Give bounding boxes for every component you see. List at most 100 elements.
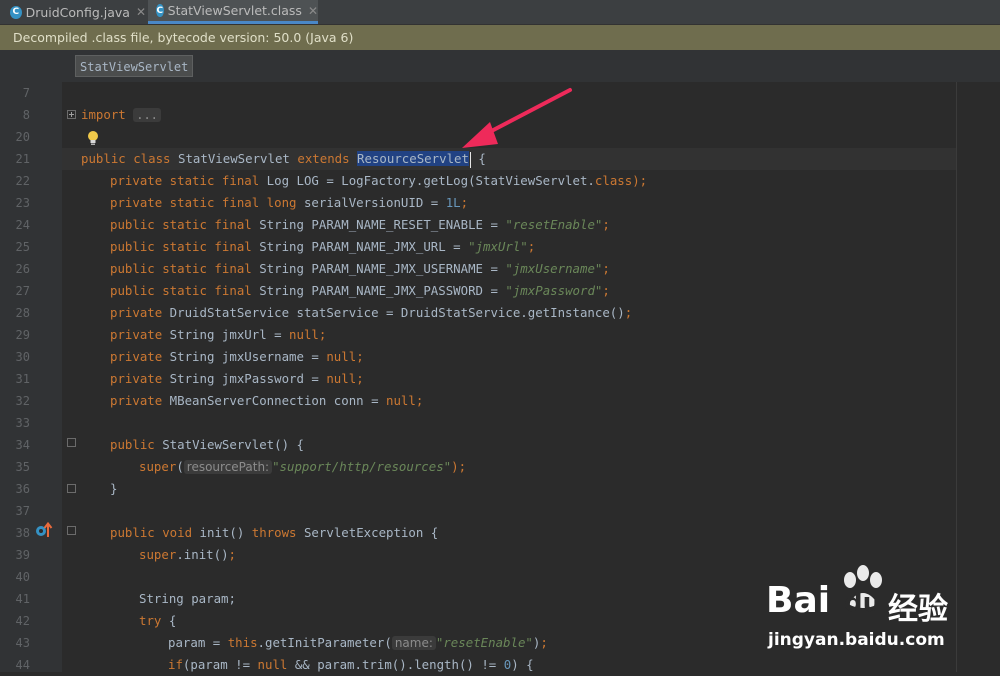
code-token: "support/http/resources"	[272, 459, 452, 474]
code-token: public void	[110, 525, 193, 540]
lightbulb-icon[interactable]	[86, 130, 100, 146]
tab-druidconfig[interactable]: C DruidConfig.java ✕	[0, 0, 146, 24]
code-line-23: private static final long serialVersionU…	[110, 192, 468, 214]
code-line-21: public class StatViewServlet extends Res…	[81, 148, 486, 170]
parameter-hint: resourcePath:	[183, 460, 273, 474]
code-line-42: try {	[139, 610, 176, 632]
line-number: 36	[15, 482, 30, 496]
line-number: 43	[15, 636, 30, 650]
code-token: "jmxUrl"	[468, 239, 528, 254]
decompiled-notice-banner: Decompiled .class file, bytecode version…	[0, 25, 1000, 50]
line-number: 35	[15, 460, 30, 474]
code-token: this	[227, 635, 258, 650]
line-number: 29	[15, 328, 30, 342]
code-token: private static final long	[110, 195, 297, 210]
code-line-44: if(param != null && param.trim().length(…	[168, 654, 534, 676]
line-number: 38	[15, 526, 30, 540]
code-token: "jmxUsername"	[505, 261, 603, 276]
code-token: serialVersionUID =	[296, 195, 446, 210]
line-number: 32	[15, 394, 30, 408]
code-line-25: public static final String PARAM_NAME_JM…	[110, 236, 535, 258]
breadcrumb-class[interactable]: StatViewServlet	[75, 55, 194, 77]
line-number: 41	[15, 592, 30, 606]
code-token: private	[110, 371, 163, 386]
code-line-30: private String jmxUsername = null;	[110, 346, 364, 368]
line-number: 22	[15, 174, 30, 188]
code-token: String jmxUrl =	[162, 327, 290, 342]
tab-label: DruidConfig.java	[25, 4, 130, 20]
code-token: public class	[81, 151, 171, 166]
code-line-22: private static final Log LOG = LogFactor…	[110, 170, 647, 192]
code-line-29: private String jmxUrl = null;	[110, 324, 326, 346]
code-token: try	[139, 613, 162, 628]
annotation-arrow-icon	[462, 88, 572, 148]
code-token: ;	[318, 327, 327, 342]
code-line-38: public void init() throws ServletExcepti…	[110, 522, 438, 544]
code-token: && param.trim().length() !=	[287, 657, 504, 672]
line-number: 40	[15, 570, 30, 584]
line-number: 33	[15, 416, 30, 430]
code-line-28: private DruidStatService statService = D…	[110, 302, 632, 324]
code-token: private static final	[110, 173, 260, 188]
code-token: (	[176, 459, 184, 474]
baidu-jingyan-watermark: Bai du 经验 jingyan.baidu.com	[760, 558, 1000, 672]
code-token: ;	[228, 547, 236, 562]
code-token: String jmxPassword =	[162, 371, 327, 386]
line-number: 24	[15, 218, 30, 232]
editor-tab-bar: C DruidConfig.java ✕ C StatViewServlet.c…	[0, 0, 1000, 25]
line-number: 7	[22, 86, 30, 100]
code-token: );	[451, 459, 467, 474]
fold-collapse-icon[interactable]	[67, 438, 76, 447]
code-line-26: public static final String PARAM_NAME_JM…	[110, 258, 610, 280]
tab-statviewservlet[interactable]: C StatViewServlet.class ✕	[148, 0, 318, 24]
code-token: String jmxUsername =	[162, 349, 327, 364]
code-token: init()	[192, 525, 252, 540]
code-line-32: private MBeanServerConnection conn = nul…	[110, 390, 423, 412]
code-token: Log LOG = LogFactory.getLog(StatViewServ…	[259, 173, 595, 188]
overrides-method-icon[interactable]	[35, 521, 53, 539]
code-token: extends	[297, 151, 350, 166]
line-number: 20	[15, 130, 30, 144]
watermark-brand-du: du	[844, 588, 882, 618]
code-token: super	[139, 547, 177, 562]
fold-end-icon[interactable]	[67, 484, 76, 493]
line-number: 37	[15, 504, 30, 518]
code-token: public static final	[110, 261, 252, 276]
code-token: import	[81, 107, 126, 122]
code-line-24: public static final String PARAM_NAME_RE…	[110, 214, 610, 236]
code-token: MBeanServerConnection conn =	[162, 393, 387, 408]
tab-label: StatViewServlet.class	[167, 3, 302, 18]
folded-imports[interactable]: ...	[133, 108, 161, 122]
code-token: ;	[356, 371, 364, 386]
line-number: 23	[15, 196, 30, 210]
code-token: private	[110, 393, 163, 408]
code-token: ;	[602, 261, 610, 276]
watermark-brand: Bai	[766, 580, 831, 621]
code-line-8: import ...	[81, 104, 161, 126]
code-token: null	[289, 327, 319, 342]
line-number: 21	[15, 152, 30, 166]
fold-collapse-icon[interactable]	[67, 526, 76, 535]
code-token: String PARAM_NAME_RESET_ENABLE =	[251, 217, 506, 232]
code-token: ;	[356, 349, 364, 364]
code-token: "resetEnable"	[435, 635, 533, 650]
code-token: public	[110, 437, 155, 452]
code-token: private	[110, 305, 163, 320]
code-token: String PARAM_NAME_JMX_URL =	[251, 239, 469, 254]
close-icon[interactable]: ✕	[308, 4, 318, 18]
line-number: 8	[22, 108, 30, 122]
line-number: 42	[15, 614, 30, 628]
code-line-39: super.init();	[139, 544, 236, 566]
code-token: private	[110, 349, 163, 364]
line-number: 28	[15, 306, 30, 320]
code-token: (param !=	[182, 657, 258, 672]
close-icon[interactable]: ✕	[136, 5, 146, 19]
code-token: null	[257, 657, 288, 672]
code-token: DruidStatService statService = DruidStat…	[162, 305, 625, 320]
code-token: ) {	[511, 657, 534, 672]
code-token: null	[386, 393, 416, 408]
code-token: 1L	[445, 195, 461, 210]
watermark-cn: 经验	[888, 592, 948, 627]
fold-expand-icon[interactable]	[67, 110, 76, 119]
java-class-icon: C	[10, 5, 22, 19]
